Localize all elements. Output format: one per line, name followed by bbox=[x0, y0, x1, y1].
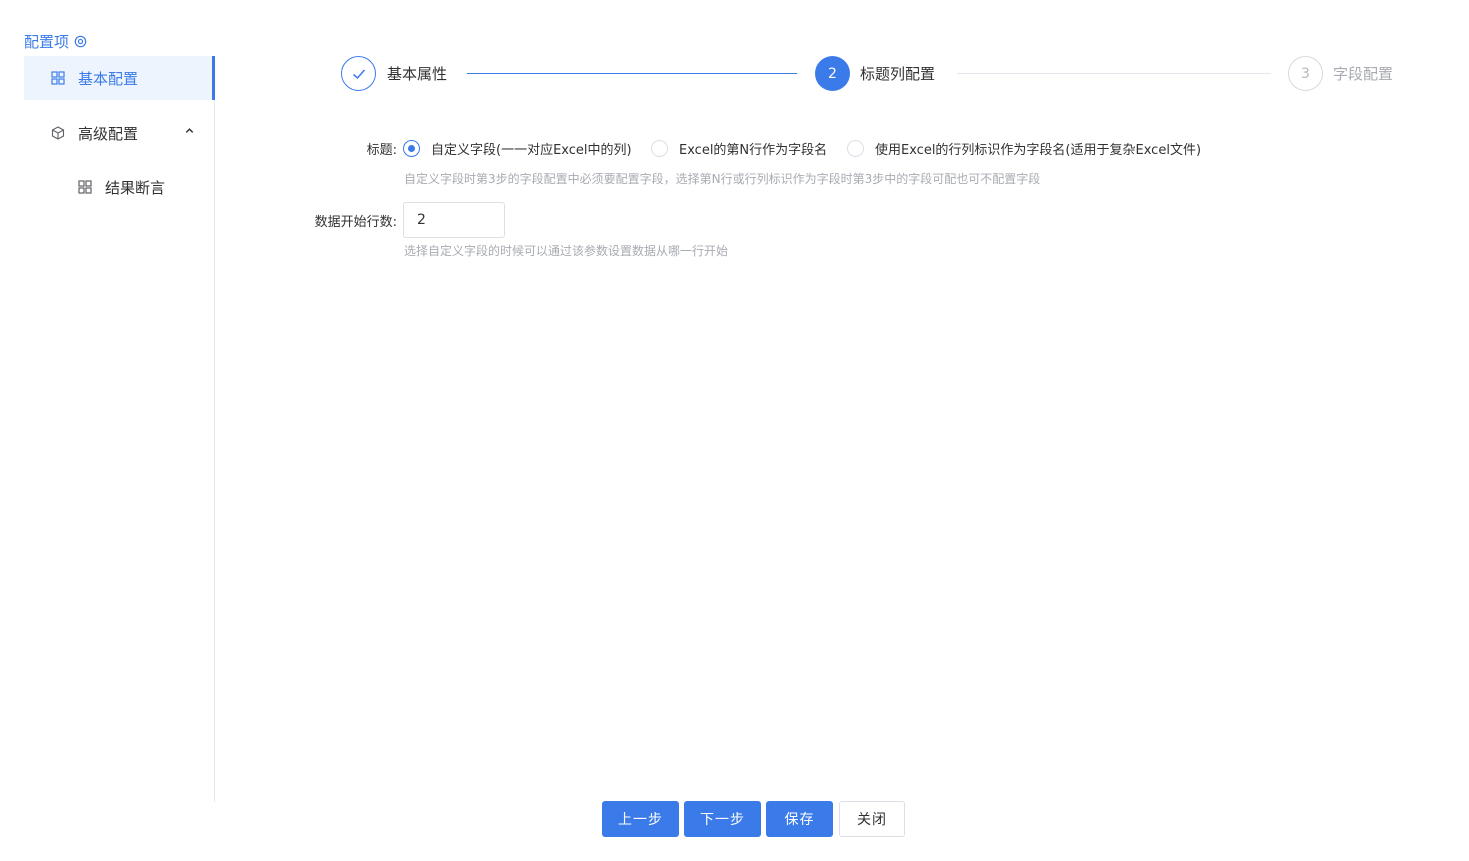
step-2-circle[interactable]: 2 bbox=[815, 56, 850, 91]
grid-icon bbox=[78, 180, 92, 194]
radio-custom-field[interactable]: 自定义字段(一一对应Excel中的列) bbox=[403, 139, 632, 158]
prev-step-button[interactable]: 上一步 bbox=[602, 801, 679, 837]
step-connector-2 bbox=[957, 73, 1271, 74]
sidebar-item-label: 结果断言 bbox=[105, 178, 166, 197]
step-3-label[interactable]: 字段配置 bbox=[1333, 64, 1393, 84]
radio-indicator[interactable] bbox=[651, 140, 668, 157]
title-field-label: 标题: bbox=[366, 143, 397, 158]
step-1-label[interactable]: 基本属性 bbox=[387, 64, 447, 84]
sidebar-item-label: 基本配置 bbox=[78, 69, 139, 88]
radio-label: 自定义字段(一一对应Excel中的列) bbox=[431, 143, 632, 158]
sidebar-item-advanced-config[interactable]: 高级配置 bbox=[24, 111, 215, 155]
check-icon bbox=[352, 69, 365, 79]
radio-indicator[interactable] bbox=[847, 140, 864, 157]
chevron-up-icon[interactable] bbox=[184, 125, 195, 136]
start-row-input[interactable] bbox=[403, 202, 505, 238]
next-step-button[interactable]: 下一步 bbox=[684, 801, 761, 837]
step-connector-1 bbox=[467, 73, 797, 74]
radio-indicator[interactable] bbox=[403, 140, 420, 157]
close-button[interactable]: 关闭 bbox=[839, 801, 905, 837]
sidebar-title-text: 配置项 bbox=[24, 33, 70, 51]
radio-label: Excel的第N行作为字段名 bbox=[679, 143, 828, 158]
radio-row-col-identifier[interactable]: 使用Excel的行列标识作为字段名(适用于复杂Excel文件) bbox=[847, 139, 1201, 158]
start-row-hint: 选择自定义字段的时候可以通过该参数设置数据从哪一行开始 bbox=[404, 244, 729, 258]
start-row-label: 数据开始行数: bbox=[314, 215, 397, 230]
save-button[interactable]: 保存 bbox=[766, 801, 833, 837]
cube-icon bbox=[51, 126, 65, 140]
radio-label: 使用Excel的行列标识作为字段名(适用于复杂Excel文件) bbox=[875, 143, 1202, 158]
sidebar-item-label: 高级配置 bbox=[78, 124, 139, 143]
settings-icon bbox=[74, 35, 87, 48]
step-2-label[interactable]: 标题列配置 bbox=[860, 64, 935, 84]
sidebar-item-result-assertion[interactable]: 结果断言 bbox=[24, 165, 215, 209]
step-1-circle[interactable] bbox=[341, 56, 376, 91]
grid-icon bbox=[51, 71, 65, 85]
step-3-circle[interactable]: 3 bbox=[1288, 56, 1323, 91]
sidebar: 基本配置 高级配置 结果断言 bbox=[24, 56, 215, 802]
sidebar-title: 配置项 bbox=[24, 31, 87, 52]
radio-nth-row[interactable]: Excel的第N行作为字段名 bbox=[651, 139, 827, 158]
title-hint: 自定义字段时第3步的字段配置中必须要配置字段，选择第N行或行列标识作为字段时第3… bbox=[404, 172, 1041, 186]
sidebar-item-basic-config[interactable]: 基本配置 bbox=[24, 56, 215, 100]
page-root: 配置项 基本配置 高级配置 结果断言 基本属性 2 标题列配置 3 字段配置 标… bbox=[0, 0, 1469, 861]
